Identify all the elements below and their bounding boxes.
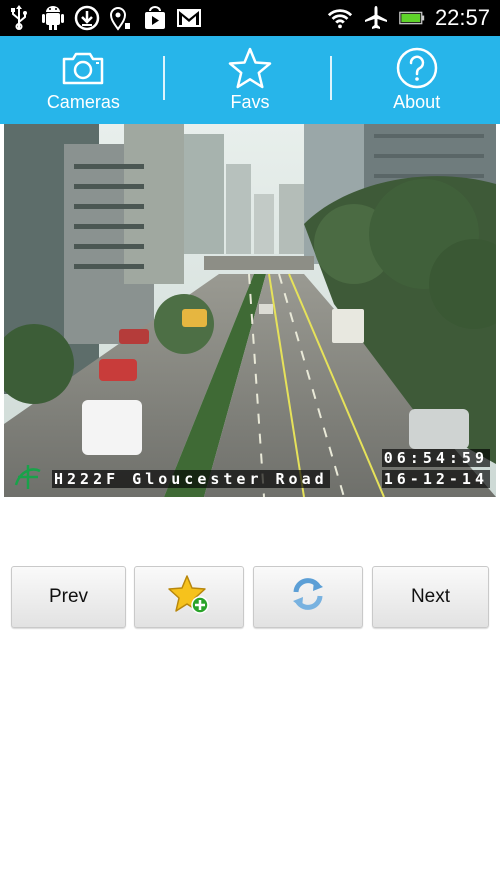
traffic-scene [4,124,496,497]
tab-favs[interactable]: Favs [167,36,334,124]
prev-button-label: Prev [48,586,89,607]
clock-time: 22:57 [434,5,490,30]
airplane-icon [363,5,389,31]
add-favourite-button[interactable] [134,566,244,628]
tab-about[interactable]: About [333,36,500,124]
transport-dept-logo [14,465,41,489]
star-icon [228,46,272,90]
prev-button[interactable]: Prev [11,566,126,628]
refresh-icon [288,574,328,620]
location-icon [108,5,134,31]
star-add-icon [167,573,211,621]
next-button[interactable]: Next [372,566,489,628]
help-icon [395,46,439,90]
refresh-button[interactable] [253,566,363,628]
status-bar: 22:57 [0,0,500,36]
play-store-icon [142,5,168,31]
camera-icon [61,46,105,90]
battery-icon [399,5,425,31]
tab-cameras-label: Cameras [46,92,120,112]
nav-divider [330,56,332,100]
system-icons: 22:57 [327,0,490,36]
nav-divider [163,56,165,100]
camera-timestamp: 06:54:59 [381,449,490,467]
usb-icon [6,5,32,31]
tab-cameras[interactable]: Cameras [0,36,167,124]
wifi-icon [327,5,353,31]
camera-feed-image: H222F Gloucester Road 06:54:59 16-12-14 [4,124,496,497]
tab-about-label: About [393,92,441,112]
gmail-icon [176,5,202,31]
camera-controls: Prev Next [0,566,500,628]
next-button-label: Next [410,586,451,607]
notification-icons [6,0,202,36]
camera-date: 16-12-14 [381,470,490,488]
top-navigation: Cameras Favs About [0,36,500,124]
android-debug-icon [40,5,66,31]
tab-favs-label: Favs [230,92,270,112]
camera-location-label: H222F Gloucester Road [52,470,330,488]
download-icon [74,5,100,31]
